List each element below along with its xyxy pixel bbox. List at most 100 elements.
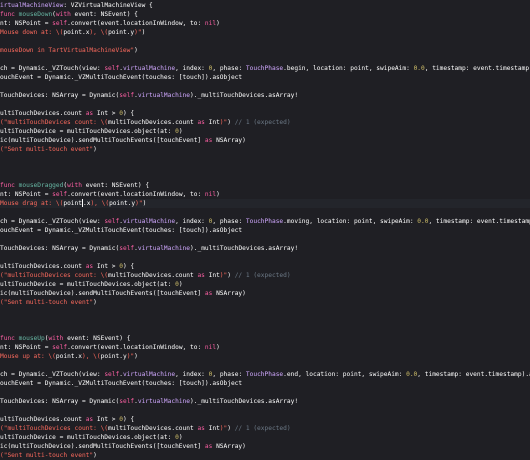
code-line[interactable]	[0, 307, 530, 316]
code-line[interactable]: nt: NSPoint = self.convert(event.locatio…	[0, 19, 530, 28]
code-line[interactable]	[0, 82, 530, 91]
code-token: multiTouchDevices.count	[108, 272, 198, 279]
code-line[interactable]: ultiTouchDevices.count as Int > 0) {	[0, 109, 530, 118]
code-token: ("multiTouchDevices count: \(	[0, 119, 109, 126]
code-token: 0.0	[413, 65, 425, 72]
code-token: , timestamp: event.timestamp).asObje	[428, 218, 530, 225]
code-token: as	[197, 272, 205, 279]
code-token: self	[52, 20, 68, 27]
code-line[interactable]: ultiTouchDevice = multiTouchDevices.obje…	[0, 433, 530, 442]
code-token: , index:	[175, 218, 209, 225]
code-line[interactable]: ic(multiTouchDevice).sendMultiTouchEvent…	[0, 289, 530, 298]
code-line[interactable]: TouchDevices: NSArray = Dynamic(self.vir…	[0, 244, 530, 253]
code-token: virtualMachine	[122, 65, 176, 72]
code-line[interactable]: ("Sent multi-touch event")	[0, 298, 530, 307]
code-token: point	[63, 200, 82, 207]
code-token: )	[216, 344, 220, 351]
code-line[interactable]: ultiTouchDevice = multiTouchDevices.obje…	[0, 127, 530, 136]
code-line[interactable]: Mouse down at: \(point.x), \(point.y)")	[0, 28, 530, 37]
code-token: ic(multiTouchDevice).sendMultiTouchEvent…	[0, 137, 205, 144]
code-line[interactable]: Mouse drag at: \(point.x), \(point.y)")	[0, 199, 530, 208]
code-token: func	[0, 11, 19, 18]
code-token: TouchDevices: NSArray = Dynamic(	[0, 398, 120, 405]
code-line[interactable]: ch = Dynamic._VZTouch(view: self.virtual…	[0, 370, 530, 379]
code-token: , phase:	[212, 65, 246, 72]
code-token: // 1 (expected)	[234, 119, 291, 126]
code-token: .begin, location: point, swipeAim:	[283, 65, 414, 72]
code-token: ultiTouchDevices.count	[0, 263, 86, 270]
code-line[interactable]	[0, 100, 530, 109]
code-line[interactable]	[0, 325, 530, 334]
code-line[interactable]: nt: NSPoint = self.convert(event.locatio…	[0, 190, 530, 199]
code-line[interactable]	[0, 154, 530, 163]
code-token: Int >	[93, 110, 120, 117]
code-token: ) {	[122, 416, 135, 423]
code-token: point.x	[63, 29, 90, 36]
code-line[interactable]	[0, 235, 530, 244]
code-token: ic(multiTouchDevice).sendMultiTouchEvent…	[0, 443, 205, 450]
code-line[interactable]: ch = Dynamic._VZTouch(view: self.virtual…	[0, 64, 530, 73]
code-line[interactable]: ouchEvent = Dynamic._VZMultiTouchEvent(t…	[0, 379, 530, 388]
code-line[interactable]: ("Sent multi-touch event")	[0, 451, 530, 460]
code-line[interactable]: ultiTouchDevices.count as Int > 0) {	[0, 262, 530, 271]
code-line[interactable]: func mouseDragged(with event: NSEvent) {	[0, 181, 530, 190]
code-token: self	[52, 344, 68, 351]
code-token: mouseDown in TartVirtualMachineView"	[0, 47, 135, 54]
code-line[interactable]: ic(multiTouchDevice).sendMultiTouchEvent…	[0, 136, 530, 145]
code-line[interactable]: ultiTouchDevice = multiTouchDevices.obje…	[0, 280, 530, 289]
code-token: Mouse drag at: \(	[0, 200, 64, 207]
code-line[interactable]: func mouseUp(with event: NSEvent) {	[0, 334, 530, 343]
code-token: Int	[204, 272, 220, 279]
code-token: ("multiTouchDevices count: \(	[0, 272, 109, 279]
code-token: ), \(	[81, 353, 101, 360]
code-token: with	[48, 335, 64, 342]
code-line[interactable]: Mouse up at: \(point.x), \(point.y)")	[0, 352, 530, 361]
code-token: mouseDragged	[18, 182, 64, 189]
code-line[interactable]	[0, 172, 530, 181]
code-token: virtualMachine	[122, 371, 176, 378]
code-token: multiTouchDevices.count	[108, 425, 198, 432]
code-line[interactable]: ch = Dynamic._VZTouch(view: self.virtual…	[0, 217, 530, 226]
code-line[interactable]	[0, 37, 530, 46]
code-token: irtualMachineView	[0, 2, 64, 9]
code-line[interactable]: ("multiTouchDevices count: \(multiTouchD…	[0, 118, 530, 127]
code-line[interactable]	[0, 316, 530, 325]
code-token: event: NSEvent) {	[70, 11, 138, 18]
code-line[interactable]	[0, 361, 530, 370]
code-line[interactable]: ("multiTouchDevices count: \(multiTouchD…	[0, 424, 530, 433]
code-token: ("multiTouchDevices count: \(	[0, 425, 109, 432]
code-line[interactable]	[0, 55, 530, 64]
code-line[interactable]: ("multiTouchDevices count: \(multiTouchD…	[0, 271, 530, 280]
code-line[interactable]: ic(multiTouchDevice).sendMultiTouchEvent…	[0, 442, 530, 451]
code-token: ultiTouchDevice = multiTouchDevices.obje…	[0, 434, 176, 441]
code-token: // 1 (expected)	[234, 272, 291, 279]
code-line[interactable]: ultiTouchDevices.count as Int > 0) {	[0, 415, 530, 424]
code-line[interactable]: ouchEvent = Dynamic._VZMultiTouchEvent(t…	[0, 226, 530, 235]
code-token: Int >	[93, 416, 120, 423]
code-line[interactable]: irtualMachineView: VZVirtualMachineView …	[0, 1, 530, 10]
code-line[interactable]: TouchDevices: NSArray = Dynamic(self.vir…	[0, 91, 530, 100]
code-token: nt: NSPoint =	[0, 191, 53, 198]
code-token: )	[141, 29, 146, 36]
code-token: , timestamp: event.timestamp).asObject	[417, 371, 530, 378]
code-line[interactable]: ("Sent multi-touch event")	[0, 145, 530, 154]
code-token: )	[178, 281, 183, 288]
code-token: NSArray)	[212, 290, 246, 297]
code-token: ouchEvent = Dynamic._VZMultiTouchEvent(t…	[0, 380, 243, 387]
code-token: , phase:	[212, 371, 246, 378]
code-line[interactable]: TouchDevices: NSArray = Dynamic(self.vir…	[0, 397, 530, 406]
code-line[interactable]	[0, 163, 530, 172]
code-token: .convert(event.locationInWindow, to:	[67, 344, 205, 351]
code-line[interactable]: ouchEvent = Dynamic._VZMultiTouchEvent(t…	[0, 73, 530, 82]
code-line[interactable]: nt: NSPoint = self.convert(event.locatio…	[0, 343, 530, 352]
code-line[interactable]	[0, 208, 530, 217]
code-token: point.x	[55, 353, 82, 360]
code-token: Int	[204, 425, 220, 432]
code-line[interactable]: func mouseDown(with event: NSEvent) {	[0, 10, 530, 19]
code-line[interactable]	[0, 253, 530, 262]
code-line[interactable]	[0, 388, 530, 397]
code-editor[interactable]: irtualMachineView: VZVirtualMachineView …	[0, 0, 530, 459]
code-line[interactable]	[0, 406, 530, 415]
code-token: ), \(	[90, 200, 110, 207]
code-line[interactable]: mouseDown in TartVirtualMachineView")	[0, 46, 530, 55]
